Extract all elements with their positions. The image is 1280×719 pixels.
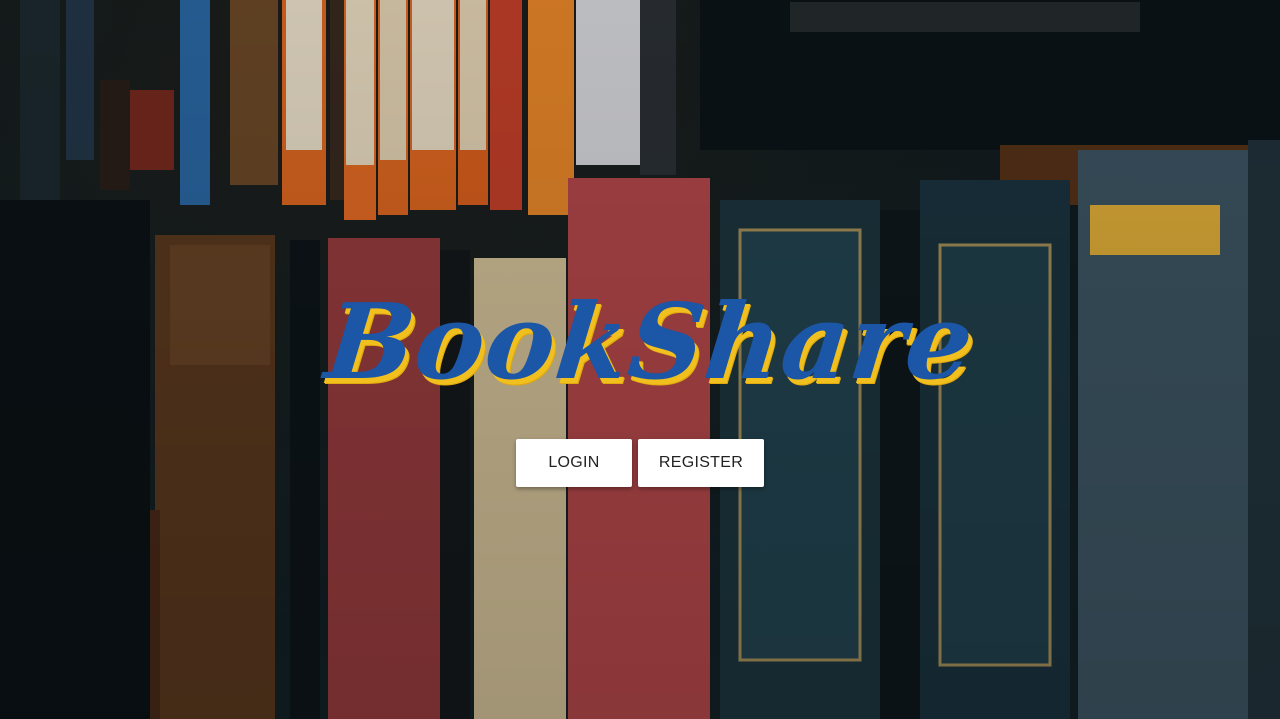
auth-actions: LOGIN REGISTER (516, 439, 764, 487)
brand-title: BookShare (320, 280, 980, 403)
hero-section: BookShare LOGIN REGISTER (0, 0, 1280, 719)
login-button[interactable]: LOGIN (516, 439, 632, 487)
register-button[interactable]: REGISTER (638, 439, 764, 487)
